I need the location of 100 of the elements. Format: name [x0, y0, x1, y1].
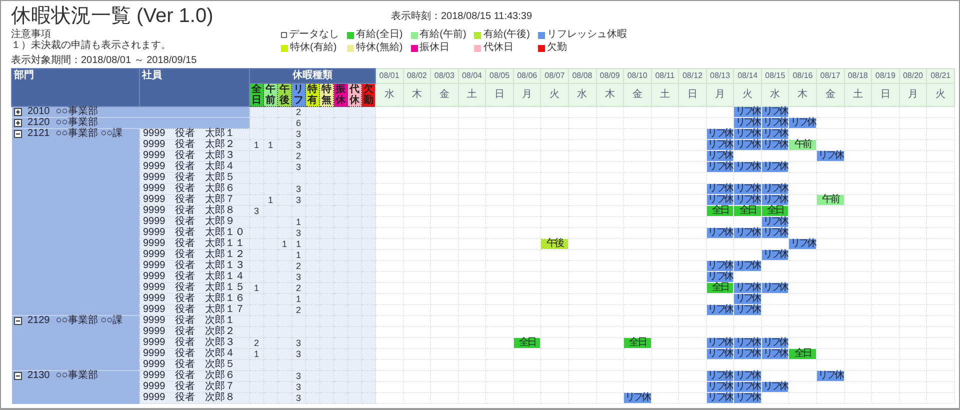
leave-block: リフ休	[706, 371, 734, 381]
collapse-icon[interactable]	[14, 130, 22, 138]
leave-block: 全日	[762, 206, 788, 216]
leave-block: リフ休	[762, 118, 788, 128]
leave-type-header: 特有	[306, 84, 320, 106]
leave-block: リフ休	[789, 118, 816, 128]
date-header: 08/08	[568, 68, 596, 84]
leave-block: リフ休	[734, 162, 761, 172]
legend-label: 有給(午後)	[483, 29, 530, 41]
expand-icon[interactable]	[14, 119, 22, 127]
employee-name: 9999 役者 次郎２	[140, 326, 250, 338]
employee-name: 9999 役者 太郎１７	[140, 304, 250, 316]
employee-name: 9999 役者 太郎１	[140, 128, 250, 140]
leave-block: リフ休	[817, 151, 844, 161]
date-header: 08/16	[788, 68, 816, 84]
leave-block: リフ休	[706, 382, 734, 392]
leave-block: リフ休	[734, 294, 761, 304]
leave-block: リフ休	[734, 118, 761, 128]
leave-block: 全日	[734, 206, 761, 216]
leave-block: リフ休	[734, 107, 761, 117]
employee-name: 9999 役者 太郎２	[140, 140, 250, 150]
color-swatch-icon	[347, 44, 354, 52]
employee-name: 9999 役者 太郎４	[140, 162, 250, 172]
weekday-header: 木	[788, 84, 816, 106]
date-header: 08/19	[872, 68, 900, 84]
leave-block: リフ休	[762, 228, 788, 238]
date-header: 08/14	[734, 68, 762, 84]
leave-block: リフ休	[762, 184, 788, 194]
employee-name: 9999 役者 太郎７	[140, 194, 250, 206]
weekday-header: 火	[734, 84, 762, 106]
collapse-icon[interactable]	[14, 372, 22, 380]
leave-block: リフ休	[706, 129, 734, 139]
leave-block: リフ休	[706, 305, 734, 315]
department-code: 2130	[28, 371, 50, 381]
weekday-header: 日	[872, 84, 900, 106]
weekday-header: 水	[761, 84, 789, 106]
color-swatch-icon	[410, 44, 418, 52]
weekday-header: 土	[458, 84, 486, 106]
weekday-header: 月	[513, 84, 541, 106]
legend-label: 振休日	[420, 42, 450, 54]
leave-block: リフ休	[706, 261, 734, 271]
date-header: 08/07	[540, 68, 568, 84]
date-header: 08/13	[706, 68, 734, 84]
collapse-icon[interactable]	[14, 317, 22, 325]
column-header: 休暇種類	[250, 68, 376, 84]
leave-block: 全日	[514, 338, 540, 348]
employee-name: 9999 役者 次郎３	[140, 338, 250, 348]
date-header: 08/02	[403, 68, 431, 84]
weekday-header: 月	[899, 84, 927, 106]
leave-block: リフ休	[734, 338, 761, 348]
leave-block: リフ休	[762, 140, 788, 150]
leave-block: リフ休	[734, 283, 761, 293]
department-code: 2120	[28, 118, 50, 128]
weekday-header: 水	[376, 84, 404, 106]
employee-name: 9999 役者 太郎１０	[140, 228, 250, 238]
date-header: 08/03	[430, 68, 458, 84]
legend-label: 特休(無給)	[356, 42, 403, 54]
color-swatch-icon	[410, 32, 418, 38]
expand-icon[interactable]	[14, 108, 22, 116]
legend-label: リフレッシュ休暇	[547, 29, 628, 41]
weekday-header: 金	[624, 84, 652, 106]
date-header: 08/01	[376, 68, 404, 84]
date-header: 08/21	[926, 68, 954, 84]
color-swatch-icon	[281, 44, 288, 52]
employee-name: 9999 役者 太郎５	[140, 172, 250, 184]
date-header: 08/10	[624, 68, 652, 84]
leave-block: 午前	[789, 140, 816, 150]
weekday-header: 土	[651, 84, 679, 106]
leave-block: リフ休	[706, 140, 734, 150]
leave-block: リフ休	[706, 272, 734, 282]
weekday-header: 日	[678, 84, 706, 106]
leave-block: リフ休	[734, 195, 761, 205]
leave-block: リフ休	[734, 305, 761, 315]
leave-block: 全日	[789, 349, 816, 359]
color-swatch-icon	[538, 44, 546, 52]
leave-block: リフ休	[706, 338, 734, 348]
employee-name: 9999 役者 次郎７	[140, 382, 250, 392]
date-header: 08/06	[513, 68, 541, 84]
leave-block: リフ休	[706, 162, 734, 172]
date-header: 08/17	[816, 68, 844, 84]
legend-label: 有給(午前)	[420, 29, 466, 41]
period-label: 表示対象期間：2018/08/01 ～ 2018/09/15	[10, 54, 198, 68]
weekday-header: 月	[706, 84, 734, 106]
leave-block: リフ休	[734, 349, 761, 359]
employee-name: 9999 役者 太郎１４	[140, 272, 250, 282]
legend-label: データなし	[289, 29, 339, 41]
display-time: 表示時刻：2018/08/15 11:43:39	[391, 10, 532, 24]
leave-type-header: 代休	[348, 84, 362, 106]
leave-block: リフ休	[624, 393, 651, 403]
employee-name: 9999 役者 太郎６	[140, 184, 250, 194]
weekday-header: 水	[568, 84, 596, 106]
leave-block: リフ休	[762, 250, 788, 260]
leave-block: リフ休	[734, 371, 761, 381]
department-name: ○○事業部 ○○課	[56, 129, 123, 139]
page-title: 休暇状況一覧 (Ver 1.0)	[11, 5, 214, 27]
legend-label: 代休日	[483, 42, 514, 54]
column-header: 社員	[140, 68, 250, 106]
leave-block: リフ休	[762, 217, 788, 227]
weekday-header: 金	[816, 84, 844, 106]
leave-block: 全日	[706, 206, 734, 216]
